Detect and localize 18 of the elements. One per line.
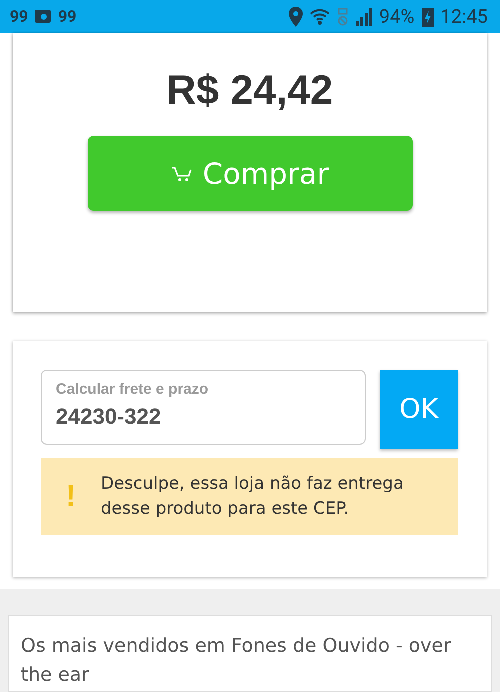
warning-icon: !	[41, 480, 101, 514]
price: R$ 24,42	[166, 66, 334, 114]
notification-count: 99	[58, 7, 77, 26]
clock: 12:45	[440, 5, 488, 28]
location-icon	[289, 6, 304, 26]
signal-icon	[356, 8, 372, 26]
section-title: Os mais vendidos em Fones de Ouvido - over the ear	[21, 635, 452, 686]
wifi-icon	[310, 6, 330, 26]
cart-icon	[170, 164, 193, 182]
warning-message: Desculpe, essa loja não faz entrega desse produto para este CEP.	[101, 472, 405, 520]
field-label: Calcular frete e prazo	[56, 381, 210, 398]
cep-input[interactable]: 24230-322	[56, 404, 351, 430]
notification-count: 99	[10, 7, 28, 26]
battery-charging-icon	[422, 6, 434, 26]
screen-icon	[33, 8, 54, 24]
battery-percentage: 94%	[379, 5, 415, 28]
cep-field[interactable]: Calcular frete e prazo 24230-322	[41, 370, 366, 445]
mobile-data-off-icon	[337, 6, 350, 26]
